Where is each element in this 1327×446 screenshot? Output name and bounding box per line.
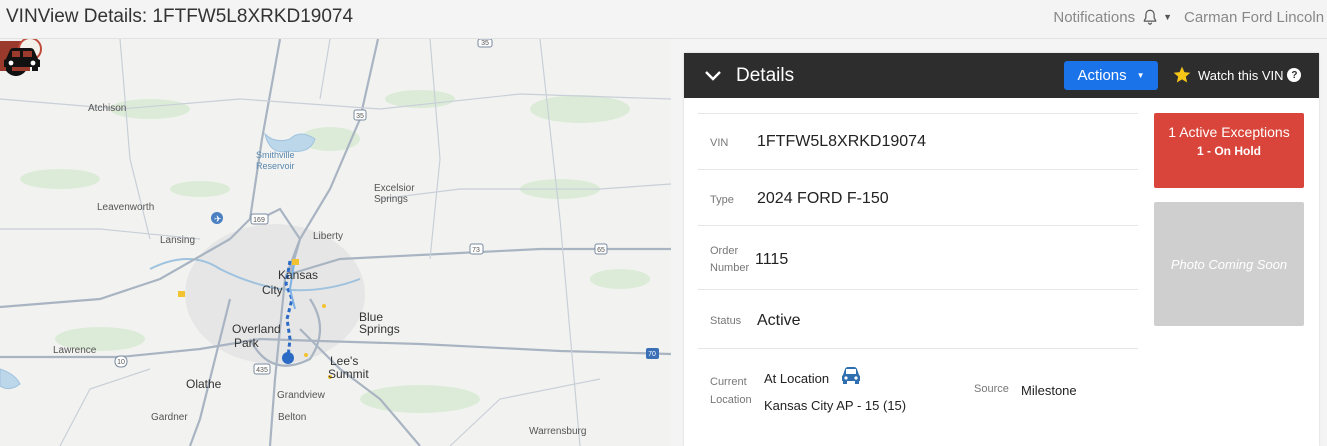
chevron-down-icon[interactable]: ▼: [1163, 12, 1172, 22]
source-value: Milestone: [1021, 383, 1077, 398]
map-label-overland: Overland: [232, 322, 281, 336]
help-icon[interactable]: ?: [1287, 68, 1302, 82]
location-place: Kansas City AP - 15 (15): [764, 398, 907, 413]
vehicle-photo-placeholder: Photo Coming Soon: [1154, 202, 1304, 326]
status-row: Status Active: [698, 289, 1138, 349]
map-label-belton: Belton: [278, 412, 307, 423]
vin-value: 1FTFW5L8XRKD19074: [757, 133, 926, 150]
map-canvas: ✈ 35 169 35 65 73 10 435 70: [0, 39, 671, 446]
map-label-leavenworth: Leavenworth: [97, 202, 155, 213]
type-value: 2024 FORD F-150: [757, 190, 889, 207]
location-label-2: Location: [710, 394, 752, 406]
watch-vin-toggle[interactable]: Watch this VIN ?: [1172, 65, 1302, 85]
svg-text:✈: ✈: [214, 214, 222, 224]
vin-row: VIN 1FTFW5L8XRKD19074: [698, 113, 1138, 170]
details-header: Details Actions ▼ Watch this VIN ?: [684, 53, 1319, 98]
map-label-reservoir: Reservoir: [256, 161, 295, 171]
type-row: Type 2024 FORD F-150: [698, 169, 1138, 226]
actions-label: Actions: [1077, 67, 1127, 84]
order-number-value: 1115: [755, 251, 789, 268]
exceptions-count: 1 Active Exceptions: [1168, 124, 1290, 140]
map-label-excelsior: Excelsior: [374, 183, 415, 194]
order-row: Order Number 1115: [698, 225, 1138, 290]
map-label-lawrence: Lawrence: [53, 345, 97, 356]
photo-placeholder-text: Photo Coming Soon: [1170, 256, 1288, 272]
actions-button[interactable]: Actions ▼: [1064, 61, 1158, 90]
map-label-smithville: Smithville: [256, 150, 295, 160]
map-label-blue-springs: Springs: [359, 322, 400, 336]
map-label-gardner: Gardner: [151, 412, 188, 423]
chevron-down-icon[interactable]: [704, 67, 722, 85]
map-label-atchison: Atchison: [88, 103, 127, 114]
svg-text:35: 35: [481, 40, 489, 47]
details-title: Details: [736, 65, 795, 86]
location-state: At Location: [764, 371, 830, 386]
top-bar: VINView Details: 1FTFW5L8XRKD19074 Notif…: [0, 0, 1327, 39]
svg-text:10: 10: [117, 359, 125, 366]
map-label-excelsior-springs: Springs: [374, 194, 408, 205]
map-label-kansas: Kansas: [278, 268, 319, 282]
type-label: Type: [710, 194, 734, 206]
map-label-olathe: Olathe: [186, 377, 222, 391]
page-title: VINView Details: 1FTFW5L8XRKD19074: [6, 6, 354, 27]
order-label-2: Number: [710, 262, 750, 274]
svg-text:35: 35: [356, 113, 364, 120]
source-label: Source: [974, 383, 1009, 395]
svg-text:70: 70: [648, 351, 656, 358]
dealer-menu[interactable]: Carman Ford Lincoln: [1184, 9, 1327, 26]
details-panel: Details Actions ▼ Watch this VIN ? VIN 1…: [684, 53, 1319, 446]
svg-text:435: 435: [256, 367, 268, 374]
exceptions-detail: 1 - On Hold: [1197, 144, 1261, 158]
map-label-city: City: [262, 283, 283, 297]
status-value: Active: [757, 312, 801, 329]
svg-text:169: 169: [253, 217, 265, 224]
map-label-grandview: Grandview: [277, 390, 325, 401]
location-label-1: Current: [710, 376, 747, 388]
vin-label: VIN: [710, 137, 729, 149]
map-label-park: Park: [234, 336, 259, 350]
notifications-link[interactable]: Notifications: [1053, 9, 1135, 26]
vehicle-marker-icon[interactable]: [0, 39, 44, 71]
svg-text:65: 65: [597, 247, 605, 254]
status-label: Status: [710, 315, 742, 327]
svg-text:73: 73: [472, 247, 480, 254]
watch-vin-label: Watch this VIN: [1198, 67, 1284, 83]
caret-down-icon: ▼: [1136, 71, 1145, 80]
star-icon[interactable]: [1172, 65, 1192, 85]
bell-icon[interactable]: [1141, 8, 1159, 26]
map-label-warrensburg: Warrensburg: [529, 426, 587, 437]
location-map[interactable]: ✈ 35 169 35 65 73 10 435 70 Atchison Smi…: [0, 39, 671, 446]
map-label-liberty: Liberty: [313, 231, 344, 242]
order-label-1: Order: [710, 245, 739, 257]
map-label-lansing: Lansing: [160, 235, 196, 246]
map-label-summit: Summit: [328, 367, 369, 381]
active-exceptions-badge[interactable]: 1 Active Exceptions 1 - On Hold: [1154, 113, 1304, 188]
car-icon: [842, 367, 860, 384]
top-right-menu: Notifications ▼ Carman Ford Lincoln: [1053, 8, 1327, 26]
